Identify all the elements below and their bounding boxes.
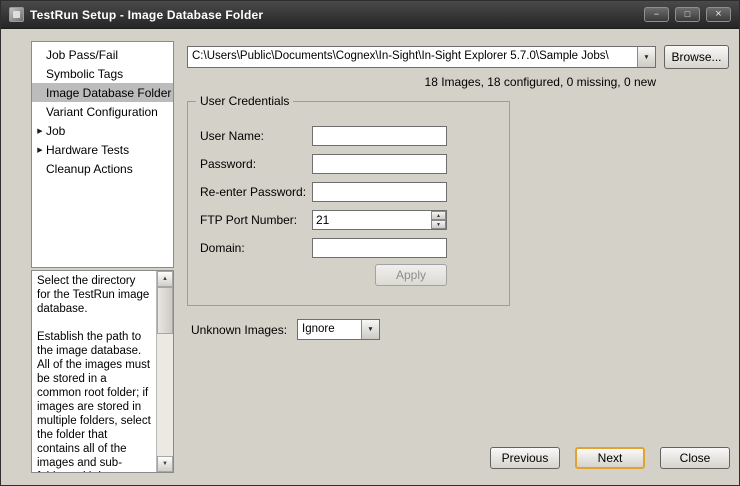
scroll-up-button[interactable]: ▲ [157,271,173,287]
path-text: C:\Users\Public\Documents\Cognex\In-Sigh… [188,47,637,67]
sidebar-item-variant-configuration[interactable]: Variant Configuration [32,102,173,121]
sidebar-item-label: Symbolic Tags [46,67,123,81]
previous-button[interactable]: Previous [490,447,560,469]
user-name-input[interactable] [312,126,447,146]
maximize-icon: □ [685,10,690,19]
sidebar-item-label: Hardware Tests [46,143,129,157]
sidebar-item-hardware-tests[interactable]: ▶ Hardware Tests [32,140,173,159]
minimize-icon: − [654,10,659,19]
sidebar-item-job[interactable]: ▶ Job [32,121,173,140]
image-database-path-combobox[interactable]: C:\Users\Public\Documents\Cognex\In-Sigh… [187,46,656,68]
sidebar-item-cleanup-actions[interactable]: Cleanup Actions [32,159,173,178]
setup-sections-list: Job Pass/Fail Symbolic Tags Image Databa… [31,41,174,268]
user-name-label: User Name: [200,129,264,143]
unknown-images-dropdown[interactable]: Ignore ▼ [297,319,380,340]
path-dropdown-button[interactable]: ▼ [637,47,655,67]
titlebar[interactable]: TestRun Setup - Image Database Folder − … [1,1,739,29]
sidebar-item-image-database-folder[interactable]: Image Database Folder [32,83,173,102]
sidebar-item-label: Cleanup Actions [46,162,133,176]
maximize-button[interactable]: □ [675,7,700,22]
description-text: Select the directory for the TestRun ima… [37,274,152,473]
window-controls: − □ × [644,7,731,22]
password-label: Password: [200,157,256,171]
description-scrollbar[interactable]: ▲ ▼ [156,271,173,472]
ftp-port-label: FTP Port Number: [200,213,297,227]
next-button[interactable]: Next [575,447,645,469]
sidebar-item-symbolic-tags[interactable]: Symbolic Tags [32,64,173,83]
browse-button[interactable]: Browse... [664,45,729,69]
window-title: TestRun Setup - Image Database Folder [30,8,263,22]
unknown-images-label: Unknown Images: [191,323,287,337]
testrun-setup-window: TestRun Setup - Image Database Folder − … [0,0,740,486]
scrollbar-thumb[interactable] [157,287,173,334]
unknown-images-value: Ignore [298,320,361,339]
close-icon: × [715,9,721,20]
group-title: User Credentials [196,94,293,108]
app-icon [9,7,24,22]
sidebar-item-job-pass-fail[interactable]: Job Pass/Fail [32,45,173,64]
close-button[interactable]: Close [660,447,730,469]
expand-arrow-icon[interactable]: ▶ [34,127,46,135]
apply-button[interactable]: Apply [375,264,447,286]
chevron-down-icon: ▼ [643,54,649,61]
expand-arrow-icon[interactable]: ▶ [34,146,46,154]
sidebar-item-label: Job Pass/Fail [46,48,118,62]
ftp-port-field: ▲ ▼ [312,210,447,230]
user-credentials-group: User Credentials User Name: Password: Re… [187,101,510,306]
domain-label: Domain: [200,241,245,255]
sidebar-item-label: Variant Configuration [46,105,158,119]
reenter-password-label: Re-enter Password: [200,185,306,199]
scroll-down-button[interactable]: ▼ [157,456,173,472]
description-panel: Select the directory for the TestRun ima… [31,270,174,473]
spinner-up-button[interactable]: ▲ [431,211,446,220]
spinner-down-button[interactable]: ▼ [431,220,446,229]
chevron-down-icon: ▼ [367,326,373,333]
sidebar-item-label: Image Database Folder [46,86,171,100]
unknown-images-dropdown-button[interactable]: ▼ [361,320,379,339]
titlebar-close-button[interactable]: × [706,7,731,22]
reenter-password-input[interactable] [312,182,447,202]
ftp-port-input[interactable] [312,210,447,230]
domain-input[interactable] [312,238,447,258]
ftp-port-spinner: ▲ ▼ [431,211,446,229]
image-count-status: 18 Images, 18 configured, 0 missing, 0 n… [187,75,656,89]
minimize-button[interactable]: − [644,7,669,22]
sidebar-item-label: Job [46,124,65,138]
password-input[interactable] [312,154,447,174]
